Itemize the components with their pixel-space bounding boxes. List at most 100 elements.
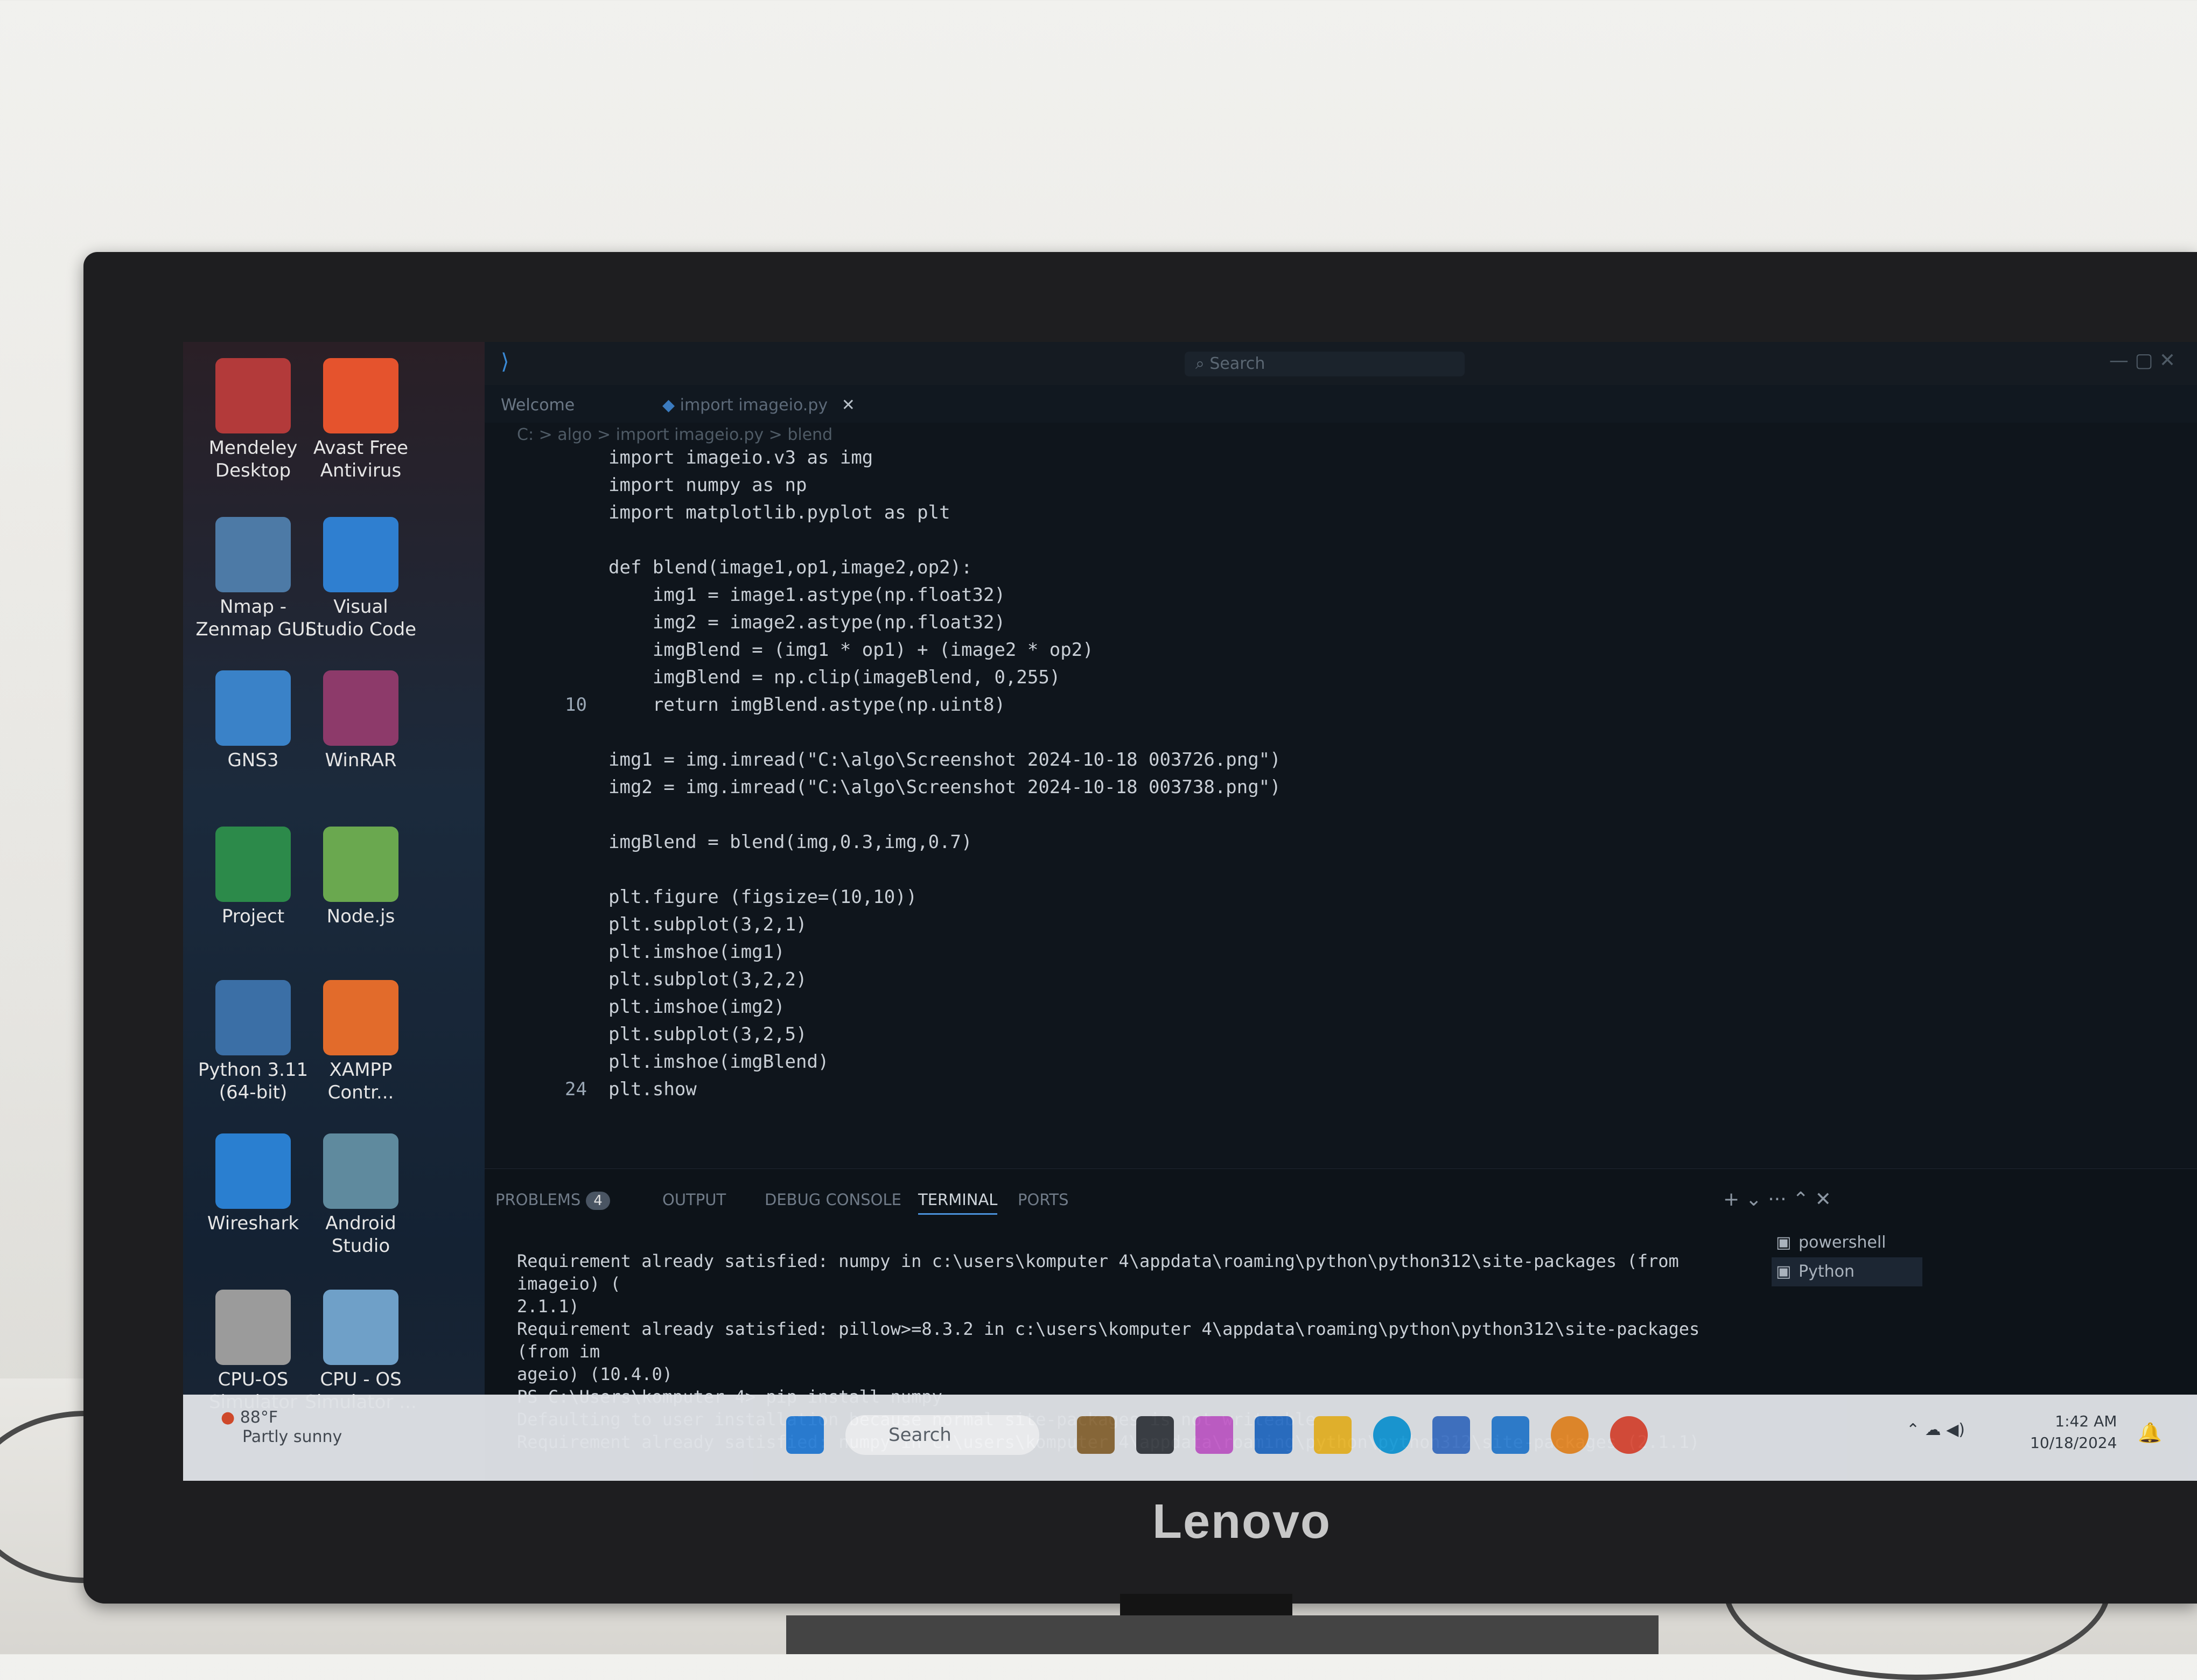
desktop-icon[interactable]: Wireshark xyxy=(194,1133,312,1235)
taskbar-search[interactable]: Search xyxy=(845,1415,1039,1455)
tab-label: DEBUG CONSOLE xyxy=(765,1191,901,1209)
desktop-icon[interactable]: Project xyxy=(194,827,312,928)
search-placeholder: Search xyxy=(1209,354,1265,373)
desktop-icon[interactable]: XAMPP Contr... xyxy=(302,980,420,1104)
desktop-icon[interactable]: Mendeley Desktop xyxy=(194,358,312,482)
code-line[interactable] xyxy=(528,719,1874,746)
code-text: import matplotlib.pyplot as plt xyxy=(608,502,950,523)
app-icon xyxy=(323,1133,398,1209)
file-explorer-icon[interactable] xyxy=(1314,1416,1352,1454)
weather-temp: 88°F xyxy=(240,1408,278,1427)
star-app-icon[interactable] xyxy=(1432,1416,1470,1454)
system-tray[interactable]: ⌃ ☁ ◀) xyxy=(1906,1420,1965,1439)
terminal-line: ageio) (10.4.0) xyxy=(517,1364,673,1384)
breadcrumb[interactable]: C: > algo > import imageio.py > blend xyxy=(517,425,832,444)
code-line[interactable]: img1 = img.imread("C:\algo\Screenshot 20… xyxy=(528,746,1874,774)
desktop-icon[interactable]: WinRAR xyxy=(302,670,420,772)
chrome-icon[interactable] xyxy=(1610,1416,1648,1454)
code-line[interactable]: import matplotlib.pyplot as plt xyxy=(528,499,1874,527)
window-controls[interactable]: — ▢ ✕ xyxy=(2109,349,2175,372)
code-text: plt.subplot(3,2,2) xyxy=(608,969,807,990)
desktop-icon[interactable]: Android Studio xyxy=(302,1133,420,1257)
clock-date: 10/18/2024 xyxy=(2030,1434,2117,1452)
notification-bell-icon[interactable]: 🔔 xyxy=(2138,1422,2162,1444)
tab-label: PORTS xyxy=(1018,1191,1069,1209)
code-line[interactable]: plt.imshoe(img1) xyxy=(528,939,1874,966)
app-icon xyxy=(215,827,291,902)
tab-welcome[interactable]: Welcome xyxy=(501,390,575,421)
panel-actions[interactable]: + ⌄ ··· ⌃ ✕ xyxy=(1723,1188,1831,1210)
code-line[interactable]: plt.subplot(3,2,1) xyxy=(528,911,1874,939)
code-line[interactable]: 10 return imgBlend.astype(np.uint8) xyxy=(528,691,1874,719)
python-file-icon: ◆ xyxy=(662,396,680,415)
code-line[interactable]: plt.imshoe(img2) xyxy=(528,993,1874,1021)
desktop-icon[interactable]: Visual Studio Code xyxy=(302,517,420,641)
clock[interactable]: 1:42 AM 10/18/2024 xyxy=(2030,1411,2117,1454)
close-icon[interactable]: ✕ xyxy=(842,396,855,415)
code-line[interactable]: img2 = image2.astype(np.float32) xyxy=(528,609,1874,636)
code-line[interactable]: img1 = image1.astype(np.float32) xyxy=(528,582,1874,609)
code-line[interactable]: import imageio.v3 as img xyxy=(528,444,1874,472)
code-text: def blend(image1,op1,image2,op2): xyxy=(608,557,972,578)
code-line[interactable]: plt.subplot(3,2,2) xyxy=(528,966,1874,993)
command-search-input[interactable]: ⌕ Search xyxy=(1185,352,1465,376)
desktop-icon-label: GNS3 xyxy=(227,750,279,771)
code-line[interactable] xyxy=(528,527,1874,554)
weather-widget[interactable]: ● 88°F Partly sunny xyxy=(221,1408,342,1447)
code-line[interactable]: 24 plt.show xyxy=(528,1076,1874,1103)
app-orange-icon[interactable] xyxy=(1551,1416,1589,1454)
vscode-taskbar-icon[interactable] xyxy=(1492,1416,1529,1454)
weather-desc: Partly sunny xyxy=(242,1427,342,1446)
monitor-brand-logo: Lenovo xyxy=(1152,1495,1332,1549)
search-icon: ⌕ xyxy=(1195,354,1210,373)
code-line[interactable]: imgBlend = np.clip(imageBlend, 0,255) xyxy=(528,664,1874,691)
code-line[interactable]: plt.subplot(3,2,5) xyxy=(528,1021,1874,1048)
desktop-icon[interactable]: Nmap - Zenmap GUI xyxy=(194,517,312,641)
code-text: import numpy as np xyxy=(608,474,807,496)
desktop-icon-label: Nmap - Zenmap GUI xyxy=(195,596,311,640)
tab-debug-console[interactable]: DEBUG CONSOLE xyxy=(765,1191,901,1209)
taskbar-search-label: Search xyxy=(888,1424,951,1446)
app-icon xyxy=(215,980,291,1055)
tab-label: TERMINAL xyxy=(918,1191,998,1209)
windows-start-icon[interactable] xyxy=(786,1416,824,1454)
problems-count-badge: 4 xyxy=(586,1192,610,1210)
task-view-icon[interactable] xyxy=(1136,1416,1174,1454)
tab-problems[interactable]: PROBLEMS 4 xyxy=(495,1191,610,1210)
deer-widget-icon[interactable] xyxy=(1077,1416,1115,1454)
tab-terminal[interactable]: TERMINAL xyxy=(918,1191,998,1215)
code-line[interactable]: plt.figure (figsize=(10,10)) xyxy=(528,884,1874,911)
tab-import-imageio[interactable]: ◆ import imageio.py ✕ xyxy=(662,390,855,421)
code-text: import imageio.v3 as img xyxy=(608,447,873,468)
code-line[interactable]: def blend(image1,op1,image2,op2): xyxy=(528,554,1874,582)
desktop-icon[interactable]: Python 3.11 (64-bit) xyxy=(194,980,312,1104)
code-line[interactable]: plt.imshoe(imgBlend) xyxy=(528,1048,1874,1076)
code-editor[interactable]: import imageio.v3 as img import numpy as … xyxy=(528,444,1874,1103)
desktop-icon-label: WinRAR xyxy=(325,750,397,771)
terminal-shell-list: ▣ powershell ▣ Python xyxy=(1772,1228,1922,1286)
code-line[interactable]: imgBlend = (img1 * op1) + (image2 * op2) xyxy=(528,636,1874,664)
desktop-icon[interactable]: GNS3 xyxy=(194,670,312,772)
code-line[interactable]: imgBlend = blend(img,0.3,img,0.7) xyxy=(528,829,1874,856)
desktop-icon-label: Project xyxy=(221,906,285,927)
code-line[interactable] xyxy=(528,801,1874,829)
shell-item-powershell[interactable]: ▣ powershell xyxy=(1772,1228,1922,1257)
tab-label: PROBLEMS xyxy=(495,1191,581,1209)
code-line[interactable]: import numpy as np xyxy=(528,472,1874,499)
shell-item-python[interactable]: ▣ Python xyxy=(1772,1257,1922,1286)
edge-icon[interactable] xyxy=(1373,1416,1411,1454)
store-icon[interactable] xyxy=(1255,1416,1292,1454)
desktop-icon[interactable]: Avast Free Antivirus xyxy=(302,358,420,482)
terminal-line: 2.1.1) xyxy=(517,1296,579,1317)
copilot-icon[interactable] xyxy=(1195,1416,1233,1454)
terminal-icon: ▣ xyxy=(1776,1262,1792,1281)
code-text: img1 = img.imread("C:\algo\Screenshot 20… xyxy=(608,749,1281,771)
tab-ports[interactable]: PORTS xyxy=(1018,1191,1068,1209)
tab-output[interactable]: OUTPUT xyxy=(662,1191,726,1209)
code-text: imgBlend = np.clip(imageBlend, 0,255) xyxy=(608,667,1061,688)
code-line[interactable]: img2 = img.imread("C:\algo\Screenshot 20… xyxy=(528,774,1874,801)
screen: Mendeley Desktop Avast Free Antivirus Nmap… xyxy=(183,342,2197,1481)
desktop-icon[interactable]: Node.js xyxy=(302,827,420,928)
code-line[interactable] xyxy=(528,856,1874,884)
vscode-logo-icon: ⟩ xyxy=(501,349,509,374)
